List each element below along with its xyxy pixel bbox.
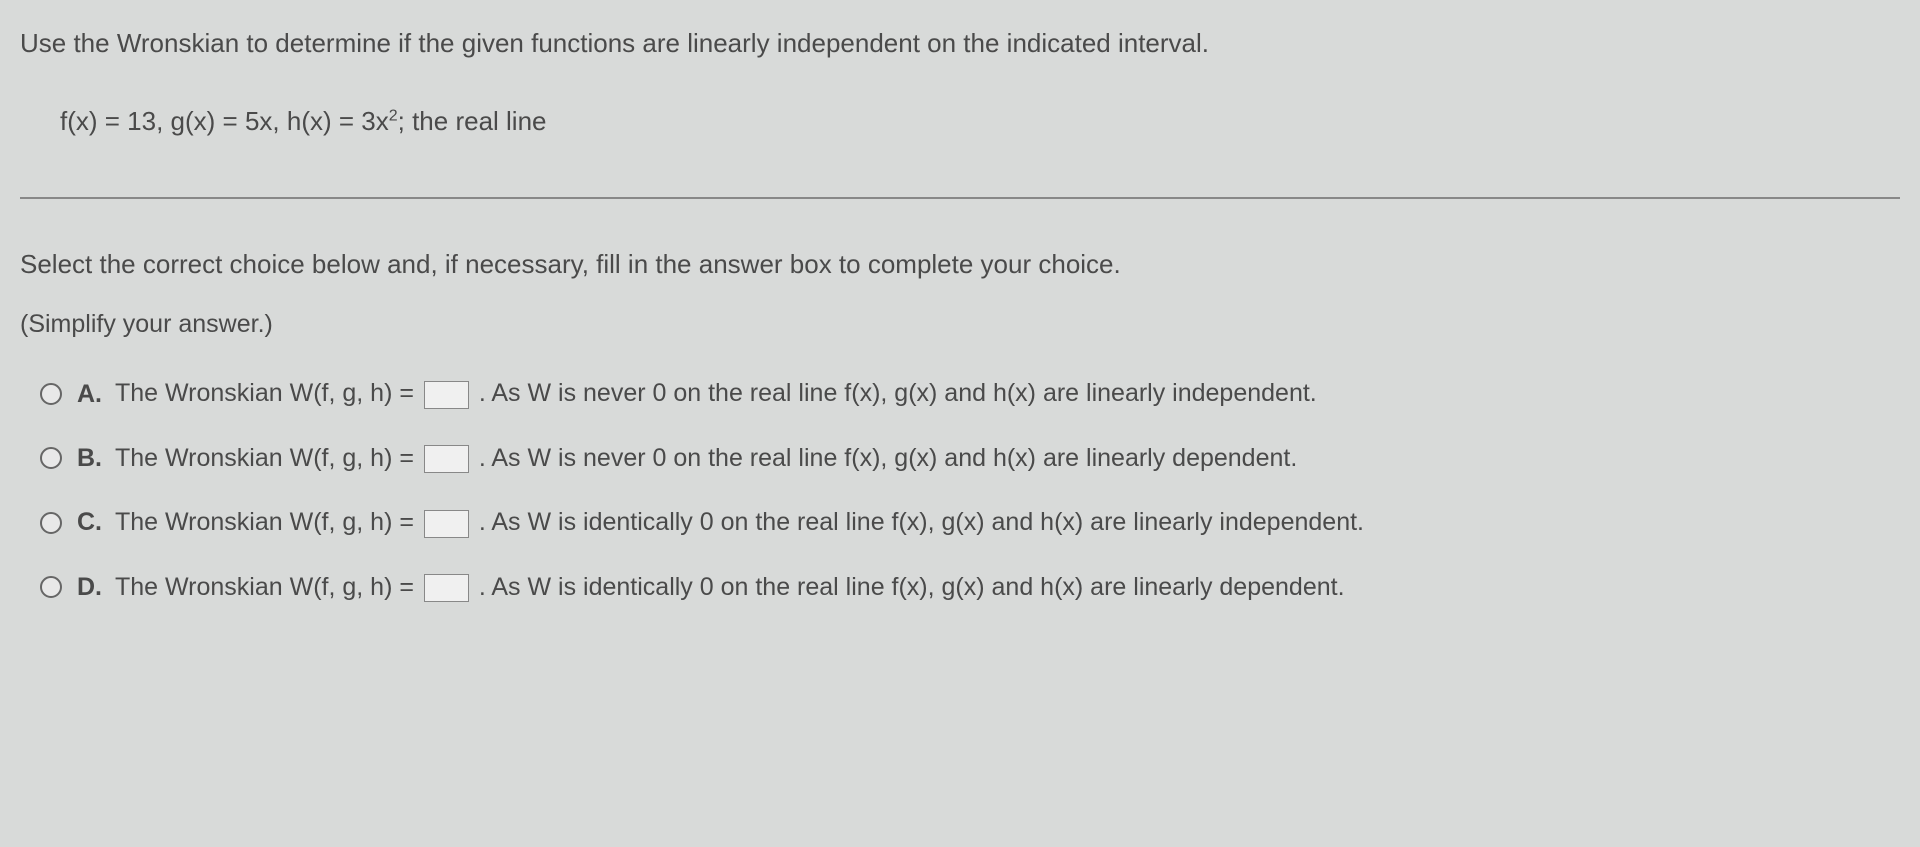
choice-b-label: B.: [77, 444, 107, 473]
choice-b-before: The Wronskian W(f, g, h) =: [115, 444, 421, 472]
answer-box-a[interactable]: [424, 381, 469, 409]
choices-container: A. The Wronskian W(f, g, h) = . As W is …: [20, 379, 1900, 602]
problem-exponent: 2: [389, 108, 398, 125]
simplify-note: (Simplify your answer.): [20, 310, 1900, 339]
choice-d-after: . As W is identically 0 on the real line…: [479, 573, 1345, 601]
radio-a[interactable]: [40, 383, 62, 405]
choice-a-after: . As W is never 0 on the real line f(x),…: [479, 379, 1317, 407]
choice-c-text: The Wronskian W(f, g, h) = . As W is ide…: [115, 508, 1364, 537]
radio-d[interactable]: [40, 576, 62, 598]
choice-c-after: . As W is identically 0 on the real line…: [479, 508, 1364, 536]
problem-statement: f(x) = 13, g(x) = 5x, h(x) = 3x2; the re…: [60, 106, 1900, 137]
choice-a-before: The Wronskian W(f, g, h) =: [115, 379, 421, 407]
question-intro: Use the Wronskian to determine if the gi…: [20, 25, 1900, 61]
choice-c-before: The Wronskian W(f, g, h) =: [115, 508, 421, 536]
choice-d-label: D.: [77, 573, 107, 602]
problem-suffix: ; the real line: [398, 106, 547, 136]
answer-box-c[interactable]: [424, 510, 469, 538]
choice-a-text: The Wronskian W(f, g, h) = . As W is nev…: [115, 379, 1317, 408]
choice-b: B. The Wronskian W(f, g, h) = . As W is …: [40, 444, 1900, 473]
radio-c[interactable]: [40, 512, 62, 534]
choice-d: D. The Wronskian W(f, g, h) = . As W is …: [40, 573, 1900, 602]
choice-c: C. The Wronskian W(f, g, h) = . As W is …: [40, 508, 1900, 537]
choice-a: A. The Wronskian W(f, g, h) = . As W is …: [40, 379, 1900, 408]
choice-a-label: A.: [77, 380, 107, 409]
answer-box-b[interactable]: [424, 445, 469, 473]
choice-b-after: . As W is never 0 on the real line f(x),…: [479, 444, 1297, 472]
divider: [20, 197, 1900, 199]
choice-d-text: The Wronskian W(f, g, h) = . As W is ide…: [115, 573, 1345, 602]
instructions-text: Select the correct choice below and, if …: [20, 249, 1900, 280]
answer-box-d[interactable]: [424, 574, 469, 602]
choice-d-before: The Wronskian W(f, g, h) =: [115, 573, 421, 601]
radio-b[interactable]: [40, 447, 62, 469]
problem-prefix: f(x) = 13, g(x) = 5x, h(x) = 3x: [60, 106, 389, 136]
choice-b-text: The Wronskian W(f, g, h) = . As W is nev…: [115, 444, 1297, 473]
choice-c-label: C.: [77, 508, 107, 537]
